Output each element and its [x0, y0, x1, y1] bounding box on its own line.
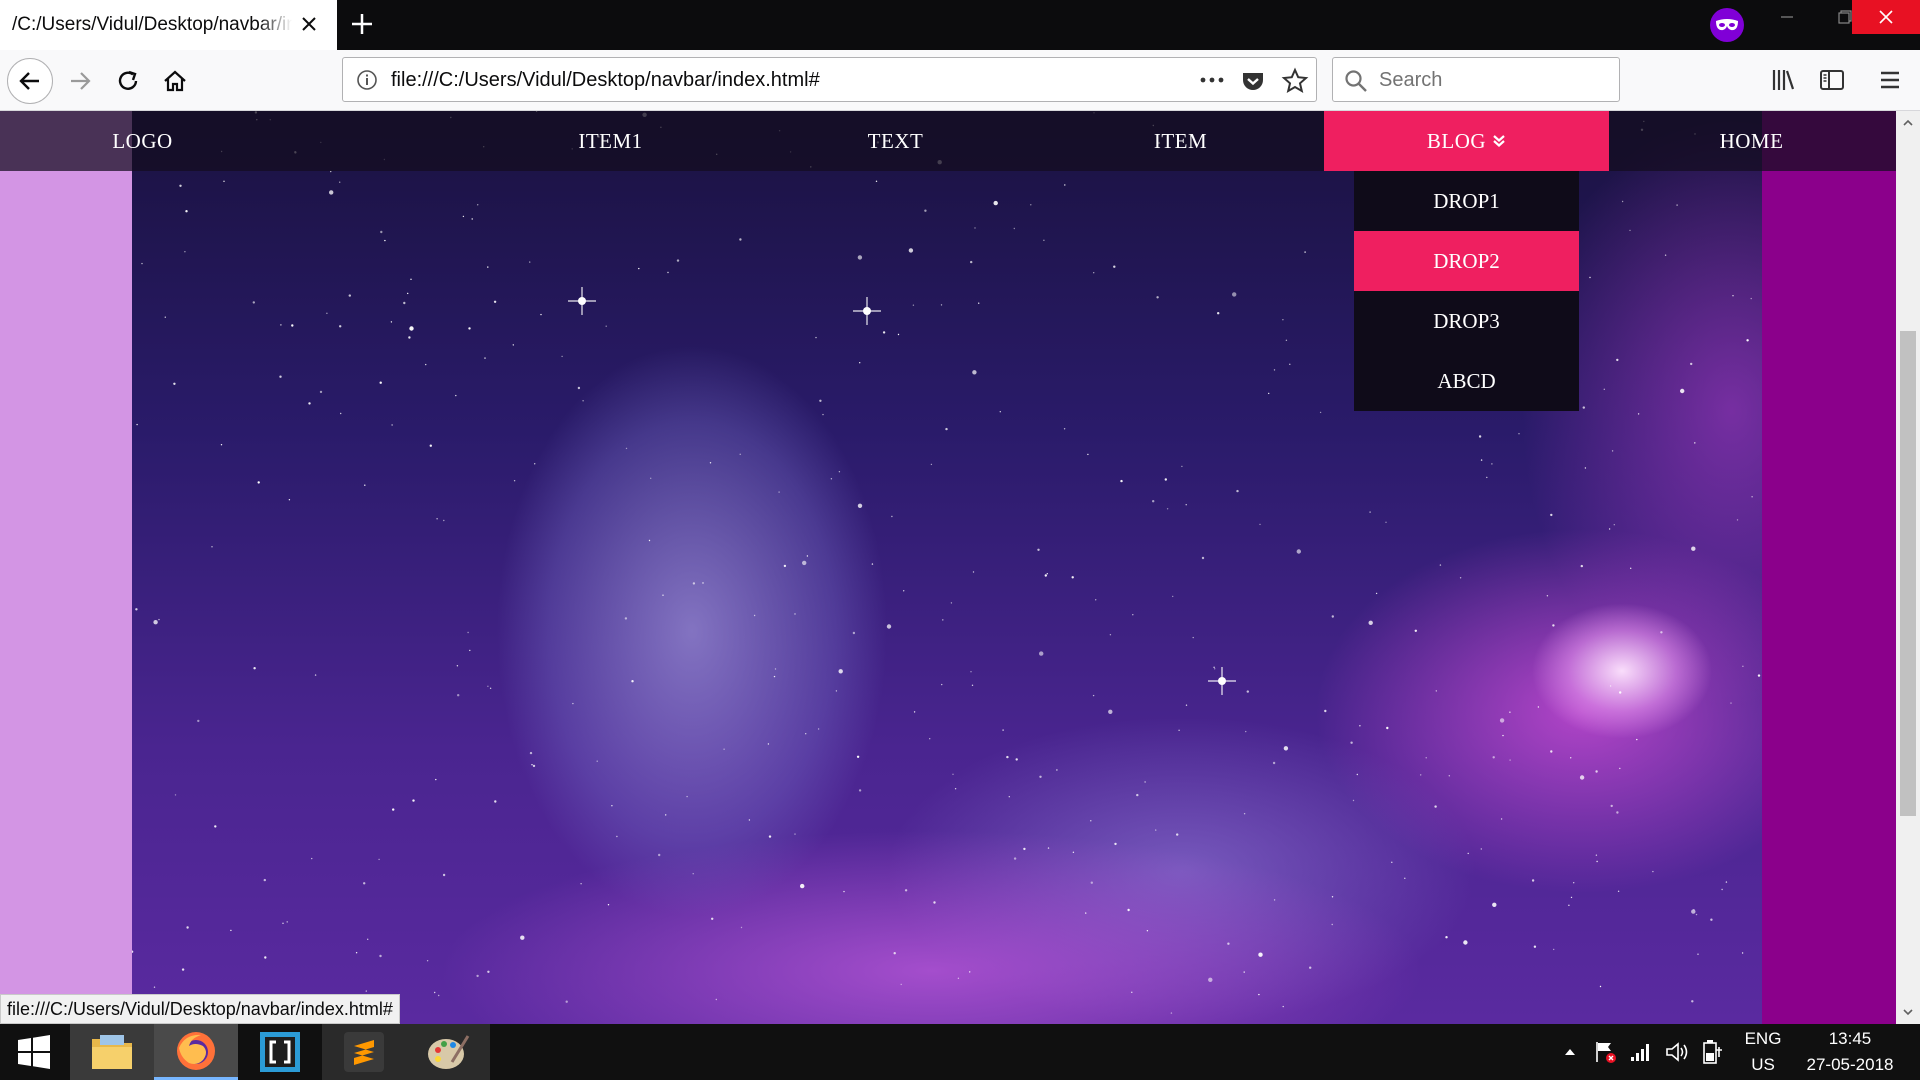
private-browsing-mask-icon: [1710, 8, 1744, 42]
site-info-icon[interactable]: [355, 68, 379, 92]
scroll-down-arrow-icon[interactable]: [1896, 1000, 1920, 1024]
action-center-flag-icon[interactable]: [1590, 1024, 1620, 1080]
hamburger-menu-icon[interactable]: [1876, 66, 1904, 94]
forward-button[interactable]: [57, 58, 103, 104]
dropdown-item-abcd[interactable]: ABCD: [1354, 351, 1579, 411]
page-viewport: LOGO ITEM1 TEXT ITEM BLOG HOME DROP1 DRO…: [0, 111, 1896, 1024]
scroll-up-arrow-icon[interactable]: [1896, 111, 1920, 135]
clock-time: 13:45: [1828, 1029, 1872, 1048]
search-bar[interactable]: [1332, 57, 1620, 102]
brackets-icon: [260, 1032, 300, 1072]
nav-item-item1[interactable]: ITEM1: [468, 111, 753, 171]
page-right-margin: [1762, 111, 1896, 1024]
page-left-margin: [0, 111, 132, 1024]
dropdown-item-drop3[interactable]: DROP3: [1354, 291, 1579, 351]
taskbar-file-explorer[interactable]: [70, 1024, 154, 1080]
start-button[interactable]: [0, 1024, 68, 1080]
clock[interactable]: 13:45 27-05-2018: [1790, 1024, 1910, 1080]
search-icon: [1345, 70, 1367, 92]
nav-item-blog[interactable]: BLOG: [1324, 111, 1609, 171]
site-navbar: LOGO ITEM1 TEXT ITEM BLOG HOME: [0, 111, 1896, 171]
network-signal-icon[interactable]: [1626, 1024, 1656, 1080]
vertical-scrollbar[interactable]: [1896, 111, 1920, 1024]
firefox-icon: [177, 1031, 215, 1070]
clock-date: 27-05-2018: [1806, 1055, 1894, 1074]
bookmark-star-icon[interactable]: [1281, 67, 1309, 95]
taskbar-paint[interactable]: [406, 1024, 490, 1080]
nav-item-blog-label: BLOG: [1426, 128, 1487, 153]
tab-title: /C:/Users/Vidul/Desktop/navbar/index.htm…: [12, 14, 292, 35]
new-tab-icon[interactable]: [348, 10, 376, 38]
folder-icon: [92, 1035, 132, 1069]
sublime-text-icon: [344, 1032, 384, 1072]
reload-icon: [118, 70, 138, 90]
browser-toolbar: file:///C:/Users/Vidul/Desktop/navbar/in…: [0, 50, 1920, 111]
sidebar-toggle-icon[interactable]: [1818, 66, 1846, 94]
taskbar: ENG US 13:45 27-05-2018: [0, 1024, 1920, 1080]
volume-icon[interactable]: [1662, 1024, 1692, 1080]
scrollbar-thumb[interactable]: [1900, 331, 1916, 816]
show-hidden-icons-chevron-icon[interactable]: [1558, 1024, 1582, 1080]
close-tab-icon[interactable]: [297, 12, 321, 36]
taskbar-sublime-text[interactable]: [322, 1024, 406, 1080]
taskbar-brackets[interactable]: [238, 1024, 322, 1080]
nav-item-home[interactable]: HOME: [1609, 111, 1894, 171]
home-button[interactable]: [152, 58, 198, 104]
nav-item-item[interactable]: ITEM: [1038, 111, 1323, 171]
home-icon: [164, 70, 186, 92]
windows-logo-icon: [18, 1035, 50, 1069]
taskbar-firefox[interactable]: [154, 1024, 238, 1080]
page-actions-menu-icon[interactable]: [1198, 68, 1226, 92]
search-input[interactable]: [1379, 66, 1609, 94]
dropdown-item-drop2[interactable]: DROP2: [1354, 231, 1579, 291]
language-code: ENG: [1744, 1029, 1782, 1048]
blog-dropdown-menu: DROP1 DROP2 DROP3 ABCD: [1354, 171, 1579, 411]
back-button[interactable]: [7, 58, 53, 104]
url-text[interactable]: file:///C:/Users/Vidul/Desktop/navbar/in…: [391, 69, 820, 92]
reload-button[interactable]: [105, 58, 151, 104]
battery-charging-icon[interactable]: [1698, 1024, 1728, 1080]
pocket-icon[interactable]: [1240, 68, 1266, 94]
nav-item-text[interactable]: TEXT: [753, 111, 1038, 171]
address-bar[interactable]: file:///C:/Users/Vidul/Desktop/navbar/in…: [342, 57, 1317, 102]
dropdown-item-drop1[interactable]: DROP1: [1354, 171, 1579, 231]
site-logo[interactable]: LOGO: [0, 111, 285, 171]
paint-palette-icon: [428, 1035, 470, 1069]
library-icon[interactable]: [1770, 66, 1798, 94]
window-close-button[interactable]: [1852, 0, 1920, 34]
browser-tab-bar: /C:/Users/Vidul/Desktop/navbar/index.htm…: [0, 0, 1920, 50]
input-language-indicator[interactable]: ENG US: [1738, 1024, 1788, 1080]
region-code: US: [1751, 1055, 1775, 1074]
link-status-tooltip: file:///C:/Users/Vidul/Desktop/navbar/in…: [0, 994, 400, 1024]
double-chevron-down-icon: [1493, 135, 1505, 147]
forward-arrow-icon: [71, 72, 91, 90]
back-arrow-icon: [19, 72, 39, 90]
browser-tab[interactable]: /C:/Users/Vidul/Desktop/navbar/index.htm…: [0, 0, 337, 50]
window-minimize-button[interactable]: [1758, 0, 1816, 34]
